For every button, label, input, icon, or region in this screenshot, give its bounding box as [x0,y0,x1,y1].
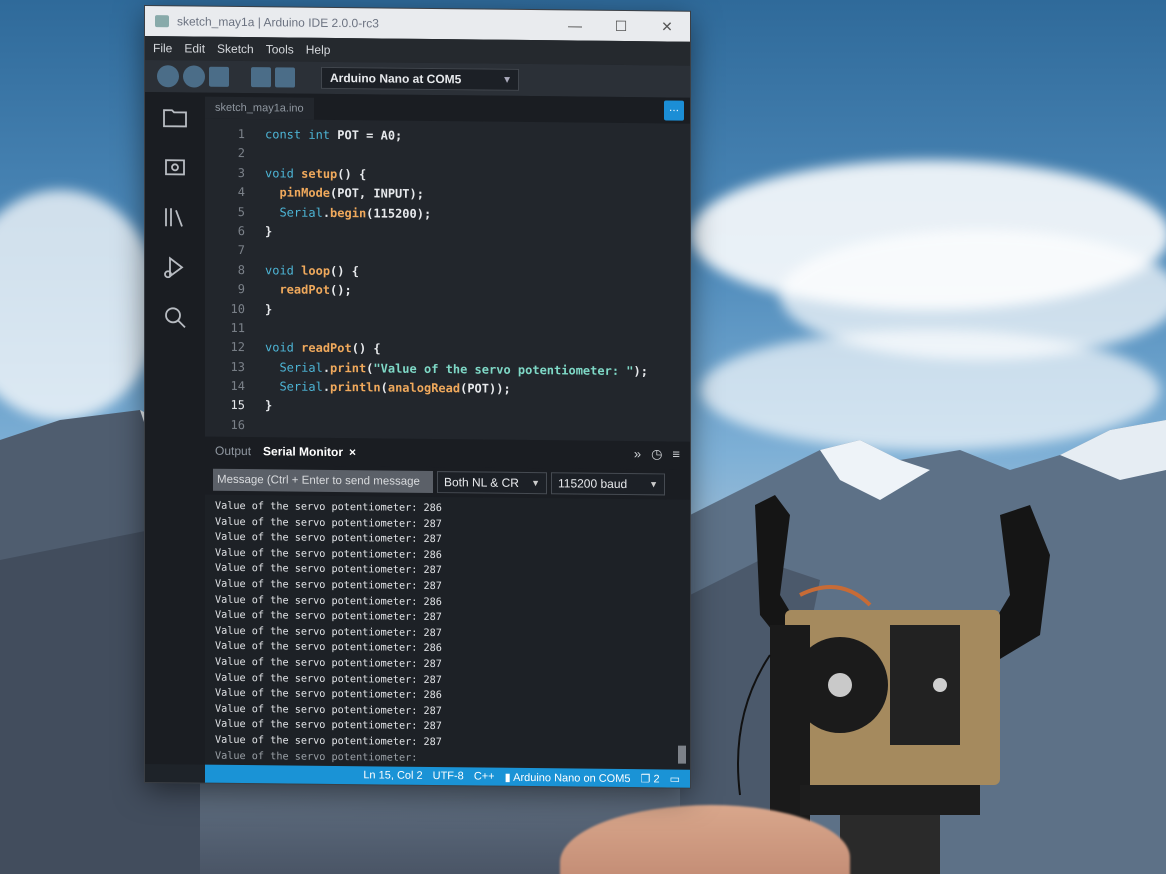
board-select-label: Arduino Nano at COM5 [330,70,462,87]
serial-scrollbar[interactable] [678,745,686,764]
file-encoding[interactable]: UTF-8 [433,770,464,782]
verify-button[interactable] [157,65,179,88]
tab-menu-icon[interactable]: ⋯ [664,100,684,121]
timestamp-clock-icon[interactable]: ◷ [651,446,662,462]
bottom-panel-tabs: Output Serial Monitor × » ◷ ≡ [205,436,690,470]
window-title: sketch_may1a | Arduino IDE 2.0.0-rc3 [177,14,379,31]
board-select[interactable]: Arduino Nano at COM5 ▼ [321,66,519,91]
close-window-button[interactable]: ✕ [644,18,690,35]
line-ending-select[interactable]: Both NL & CR ▼ [437,471,547,495]
board-chip-icon: ▮ [504,771,511,784]
search-icon[interactable] [160,302,190,332]
library-manager-icon[interactable] [160,202,190,232]
chevron-down-icon: ▼ [502,74,512,86]
message-input[interactable] [213,468,433,494]
clear-output-icon[interactable]: ≡ [672,447,680,463]
tab-sketch-file[interactable]: sketch_may1a.ino [205,96,314,120]
menu-sketch[interactable]: Sketch [217,42,254,56]
code-editor[interactable]: 1 2 3 4 5 6 7 8 9 10 11 12 13 14 15 16 1 [205,118,690,442]
chevron-down-icon: ▼ [649,479,658,490]
upload-button[interactable] [183,65,205,88]
language-mode[interactable]: C++ [474,770,495,782]
arduino-ide-window: sketch_may1a | Arduino IDE 2.0.0-rc3 — ☐… [145,6,690,788]
boards-manager-icon[interactable] [160,152,190,182]
maximize-button[interactable]: ☐ [598,17,644,34]
toggle-panel-icon[interactable]: ▭ [670,772,680,785]
notification-icon: ❐ [640,772,651,785]
board-status[interactable]: ▮ Arduino Nano on COM5 [505,770,631,784]
menu-file[interactable]: File [153,41,172,55]
minimize-button[interactable]: — [552,17,598,33]
serial-monitor-button[interactable] [275,67,295,88]
code-text: const int POT = A0; void setup() { pinMo… [265,127,648,413]
autoscroll-icon[interactable]: » [634,446,641,462]
serial-output[interactable]: Value of the servo potentiometer: 286 Va… [205,494,690,770]
line-number-gutter: 1 2 3 4 5 6 7 8 9 10 11 12 13 14 15 16 1 [230,126,245,442]
serial-monitor-label: Serial Monitor [263,444,344,460]
debug-button[interactable] [209,66,229,87]
tab-serial-monitor[interactable]: Serial Monitor × [263,444,356,459]
serial-plotter-button[interactable] [251,67,271,88]
sketchbook-folder-icon[interactable] [160,102,190,132]
activity-sidebar [145,92,205,765]
debug-icon[interactable] [160,252,190,282]
menu-tools[interactable]: Tools [266,42,294,56]
menu-help[interactable]: Help [306,43,331,57]
notifications[interactable]: ❐ 2 [641,772,660,785]
arduino-app-icon [155,15,169,28]
menu-edit[interactable]: Edit [184,41,205,55]
cursor-position[interactable]: Ln 15, Col 2 [363,769,422,782]
close-icon[interactable]: × [349,445,356,459]
tab-output[interactable]: Output [215,444,251,458]
baud-rate-select[interactable]: 115200 baud ▼ [551,472,665,496]
chevron-down-icon: ▼ [531,478,540,489]
panel-actions: » ◷ ≡ [634,446,680,462]
